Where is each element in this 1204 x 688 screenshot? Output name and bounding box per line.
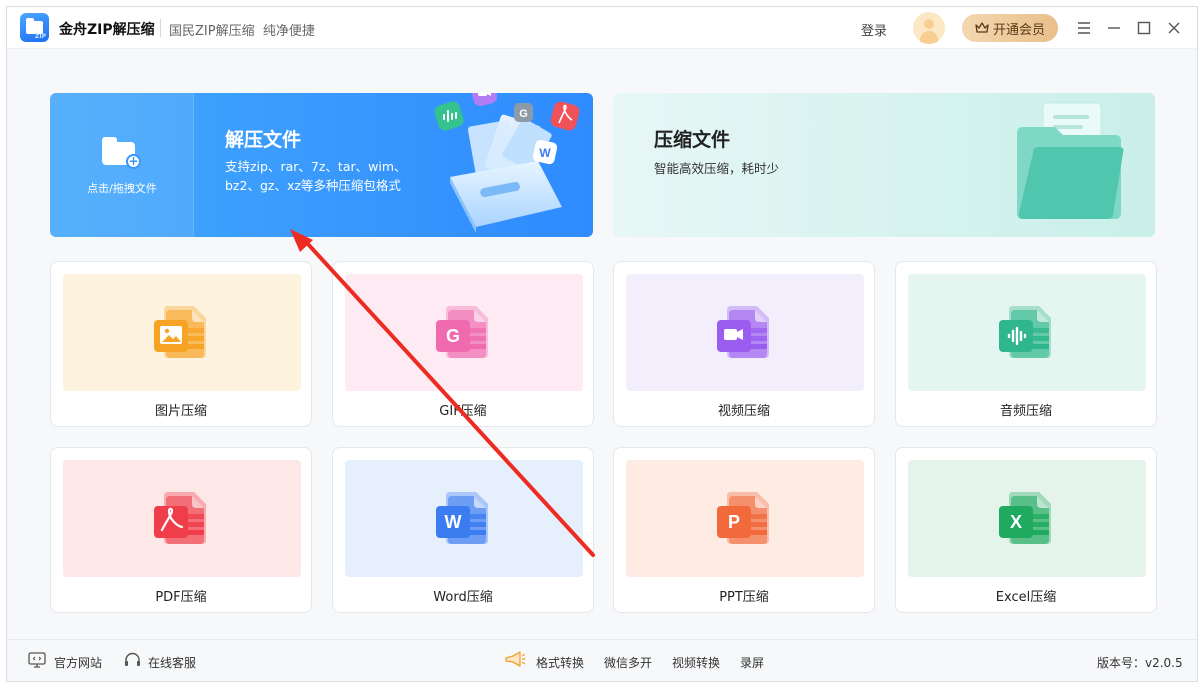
tool-card-preview: G [345, 274, 583, 391]
title-bar: ZIP 金舟ZIP解压缩 国民ZIP解压缩 纯净便捷 登录 开通会员 [7, 7, 1197, 49]
folder-illustration [1017, 102, 1124, 219]
maximize-icon[interactable] [1131, 15, 1157, 41]
image-file-icon [154, 306, 206, 358]
app-name: 金舟ZIP解压缩 [59, 22, 155, 38]
compress-files-banner[interactable]: 压缩文件 智能高效压缩，耗时少 [613, 93, 1155, 237]
tool-card-preview [908, 274, 1146, 391]
minimize-icon[interactable] [1101, 15, 1127, 41]
tool-card-preview [626, 274, 864, 391]
video-convert-link[interactable]: 视频转换 [672, 654, 720, 671]
screen-record-link[interactable]: 录屏 [740, 654, 764, 671]
gif-file-icon: G [436, 306, 488, 358]
tool-card-label: Excel压缩 [995, 590, 1057, 605]
tool-card-label: PDF压缩 [155, 590, 207, 605]
crown-icon [975, 22, 989, 33]
ppt-file-icon: P [717, 492, 769, 544]
extract-title: 解压文件 [225, 129, 302, 151]
tool-card-label: PPT压缩 [719, 590, 769, 605]
extract-description: 支持zip、rar、7z、tar、wim、bz2、gz、xz等多种压缩包格式 [225, 159, 407, 193]
svg-text:G: G [446, 326, 460, 346]
excel-file-icon: X [999, 492, 1051, 544]
tool-card-preview: P [626, 460, 864, 577]
footer: 官方网站 在线客服 格式转换 微信多开 视频转换 录屏 版本号：v2.0.5 [7, 639, 1197, 681]
avatar[interactable] [913, 12, 945, 44]
audio-badge-icon [434, 101, 464, 131]
add-folder-icon: + [102, 137, 141, 169]
tool-card-label: 图片压缩 [154, 404, 207, 419]
archive-box-illustration: G W [434, 93, 580, 233]
tool-card-label: GIF压缩 [439, 404, 487, 419]
tool-card[interactable]: 视频压缩 [613, 261, 875, 427]
hamburger-menu-icon[interactable] [1071, 15, 1097, 41]
compress-description: 智能高效压缩，耗时少 [654, 161, 780, 176]
svg-text:W: W [445, 512, 462, 532]
extract-files-banner[interactable]: + 点击/拖拽文件 解压文件 支持zip、rar、7z、tar、wim、bz2、… [50, 93, 593, 237]
svg-text:X: X [1010, 512, 1022, 532]
compress-title: 压缩文件 [654, 129, 731, 151]
megaphone-icon [505, 651, 526, 667]
vip-button[interactable]: 开通会员 [962, 14, 1058, 42]
tool-card-label: Word压缩 [433, 590, 493, 605]
format-convert-link[interactable]: 格式转换 [536, 654, 584, 671]
svg-text:G: G [519, 108, 528, 120]
drop-zone-label: 点击/拖拽文件 [87, 182, 157, 195]
wechat-multi-link[interactable]: 微信多开 [604, 654, 652, 671]
tool-card-label: 音频压缩 [999, 404, 1052, 419]
gif-badge-icon: G [514, 103, 533, 122]
close-icon[interactable] [1161, 15, 1187, 41]
tool-card[interactable]: P PPT压缩 [613, 447, 875, 613]
login-button[interactable]: 登录 [861, 20, 887, 39]
tool-card[interactable]: 图片压缩 [50, 261, 312, 427]
tool-card[interactable]: G GIF压缩 [332, 261, 594, 427]
tool-card[interactable]: W Word压缩 [332, 447, 594, 613]
tool-card-preview [63, 460, 301, 577]
audio-file-icon [999, 306, 1051, 358]
word-file-icon: W [436, 492, 488, 544]
pdf-badge-icon [550, 101, 580, 131]
online-support-link[interactable]: 在线客服 [148, 654, 196, 671]
tool-card[interactable]: 音频压缩 [895, 261, 1157, 427]
vip-label: 开通会员 [992, 22, 1045, 38]
video-badge-icon [470, 93, 498, 107]
tool-card[interactable]: X Excel压缩 [895, 447, 1157, 613]
tool-card-preview: W [345, 460, 583, 577]
app-logo-icon: ZIP [20, 13, 49, 42]
headset-icon [125, 652, 140, 666]
tool-card-preview: X [908, 460, 1146, 577]
word-badge-icon: W [532, 139, 558, 165]
monitor-icon [28, 652, 46, 668]
app-window: ZIP 金舟ZIP解压缩 国民ZIP解压缩 纯净便捷 登录 开通会员 + 点击/… [6, 6, 1198, 682]
pdf-file-icon [154, 492, 206, 544]
file-drop-zone[interactable]: + 点击/拖拽文件 [50, 93, 194, 237]
tool-card-label: 视频压缩 [717, 404, 770, 419]
video-file-icon [717, 306, 769, 358]
tool-card[interactable]: PDF压缩 [50, 447, 312, 613]
tool-card-preview [63, 274, 301, 391]
svg-text:W: W [539, 146, 551, 160]
svg-text:P: P [728, 512, 740, 532]
title-divider [160, 19, 161, 37]
official-website-link[interactable]: 官方网站 [54, 654, 102, 671]
app-slogan: 国民ZIP解压缩 纯净便捷 [169, 24, 315, 39]
version-label: 版本号：v2.0.5 [1097, 656, 1183, 670]
